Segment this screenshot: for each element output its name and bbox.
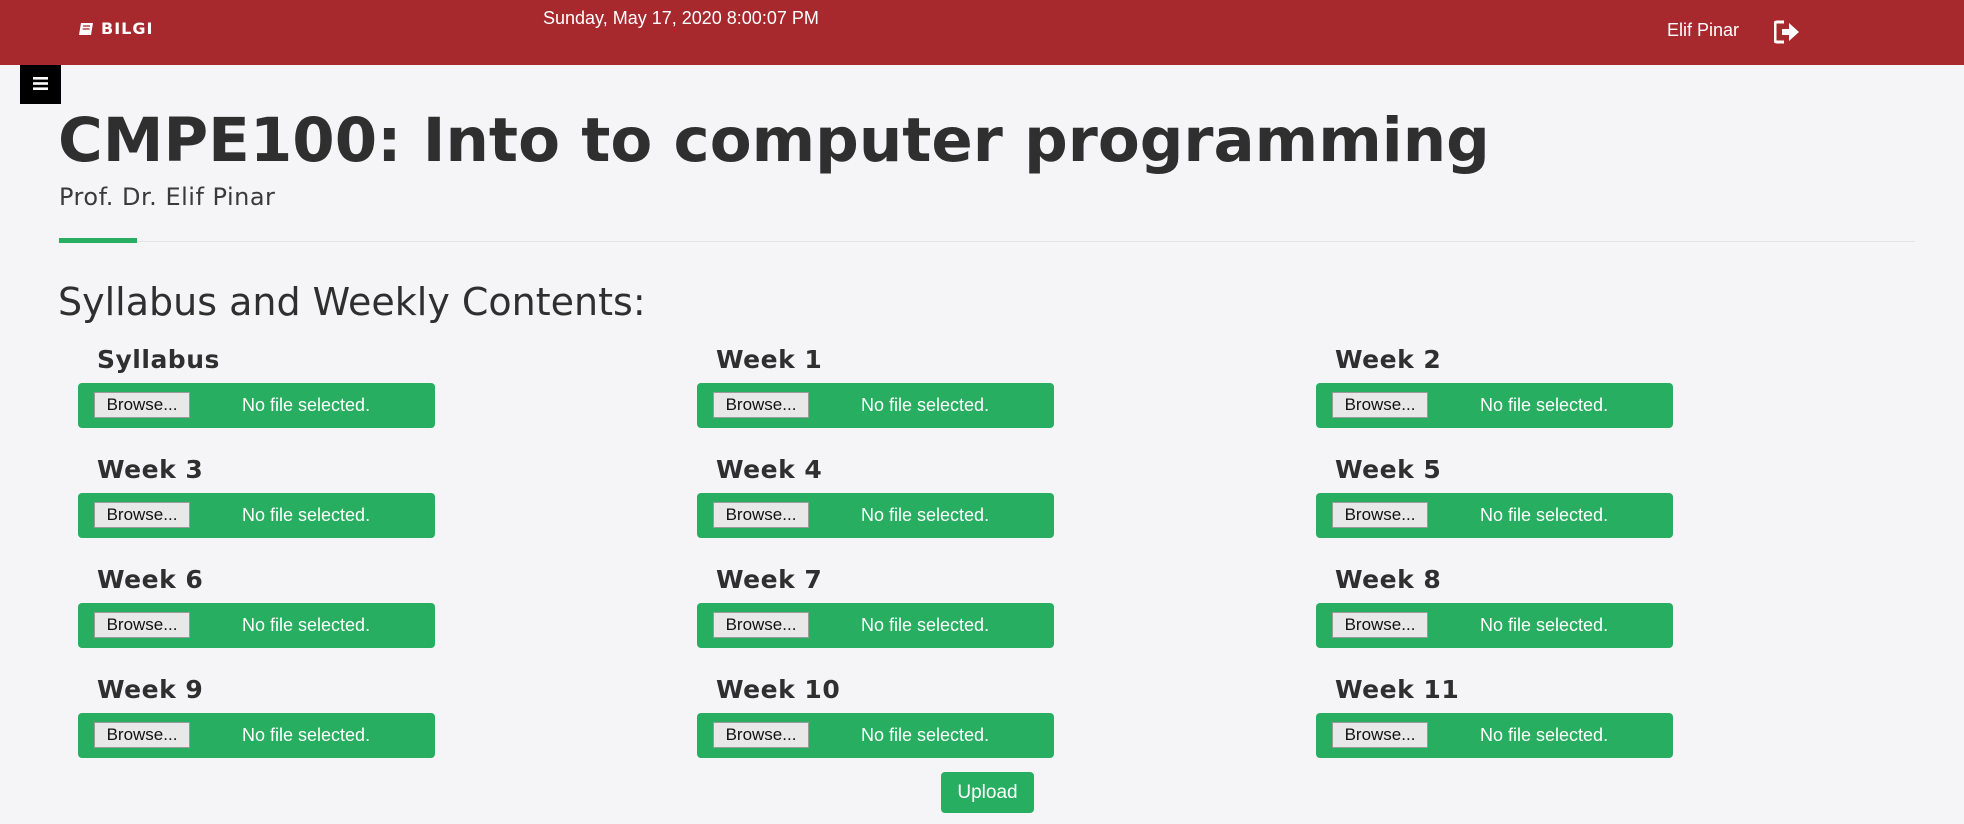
hamburger-menu-icon [33, 75, 48, 94]
slot-label: Week 8 [1335, 565, 1442, 594]
browse-button[interactable]: Browse... [1332, 612, 1428, 638]
course-instructor: Prof. Dr. Elif Pinar [59, 183, 276, 211]
file-status: No file selected. [1480, 505, 1609, 525]
file-input-week-9[interactable]: Browse... No file selected. [78, 713, 435, 758]
browse-button[interactable]: Browse... [94, 612, 190, 638]
file-status: No file selected. [1480, 615, 1609, 635]
book-icon [78, 22, 94, 36]
file-input-week-1[interactable]: Browse... No file selected. [697, 383, 1054, 428]
slot-label: Syllabus [97, 345, 220, 374]
slot-label: Week 2 [1335, 345, 1442, 374]
title-divider [59, 241, 1915, 242]
file-input-week-7[interactable]: Browse... No file selected. [697, 603, 1054, 648]
course-title: CMPE100: Into to computer programming [58, 105, 1490, 176]
slot-label: Week 4 [716, 455, 823, 484]
file-status: No file selected. [242, 615, 371, 635]
file-input-week-3[interactable]: Browse... No file selected. [78, 493, 435, 538]
slot-label: Week 6 [97, 565, 204, 594]
browse-button[interactable]: Browse... [1332, 502, 1428, 528]
browse-button[interactable]: Browse... [94, 392, 190, 418]
slot-label: Week 7 [716, 565, 823, 594]
browse-button[interactable]: Browse... [1332, 392, 1428, 418]
current-datetime: Sunday, May 17, 2020 8:00:07 PM [543, 8, 819, 28]
slot-label: Week 3 [97, 455, 204, 484]
file-input-week-2[interactable]: Browse... No file selected. [1316, 383, 1673, 428]
brand-logo[interactable]: BILGI [78, 19, 153, 38]
file-status: No file selected. [1480, 395, 1609, 415]
slot-label: Week 5 [1335, 455, 1442, 484]
file-input-week-4[interactable]: Browse... No file selected. [697, 493, 1054, 538]
file-input-week-10[interactable]: Browse... No file selected. [697, 713, 1054, 758]
file-input-syllabus[interactable]: Browse... No file selected. [78, 383, 435, 428]
file-status: No file selected. [861, 725, 990, 745]
browse-button[interactable]: Browse... [713, 612, 809, 638]
browse-button[interactable]: Browse... [713, 392, 809, 418]
sign-out-icon[interactable] [1774, 20, 1800, 44]
file-status: No file selected. [861, 395, 990, 415]
user-name[interactable]: Elif Pinar [1667, 20, 1739, 41]
upload-button[interactable]: Upload [941, 772, 1034, 813]
slot-label: Week 9 [97, 675, 204, 704]
brand-name: BILGI [101, 19, 154, 38]
file-status: No file selected. [242, 395, 371, 415]
file-status: No file selected. [861, 615, 990, 635]
top-navbar: BILGI Sunday, May 17, 2020 8:00:07 PM El… [0, 0, 1964, 65]
browse-button[interactable]: Browse... [94, 722, 190, 748]
section-heading: Syllabus and Weekly Contents: [58, 280, 646, 324]
browse-button[interactable]: Browse... [1332, 722, 1428, 748]
file-input-week-6[interactable]: Browse... No file selected. [78, 603, 435, 648]
file-input-week-11[interactable]: Browse... No file selected. [1316, 713, 1673, 758]
file-input-week-5[interactable]: Browse... No file selected. [1316, 493, 1673, 538]
browse-button[interactable]: Browse... [713, 502, 809, 528]
slot-label: Week 11 [1335, 675, 1460, 704]
browse-button[interactable]: Browse... [713, 722, 809, 748]
file-status: No file selected. [242, 505, 371, 525]
title-divider-accent [59, 238, 137, 243]
file-input-week-8[interactable]: Browse... No file selected. [1316, 603, 1673, 648]
browse-button[interactable]: Browse... [94, 502, 190, 528]
file-status: No file selected. [1480, 725, 1609, 745]
slot-label: Week 1 [716, 345, 823, 374]
file-status: No file selected. [242, 725, 371, 745]
slot-label: Week 10 [716, 675, 841, 704]
file-status: No file selected. [861, 505, 990, 525]
sidebar-toggle-button[interactable] [20, 65, 61, 104]
